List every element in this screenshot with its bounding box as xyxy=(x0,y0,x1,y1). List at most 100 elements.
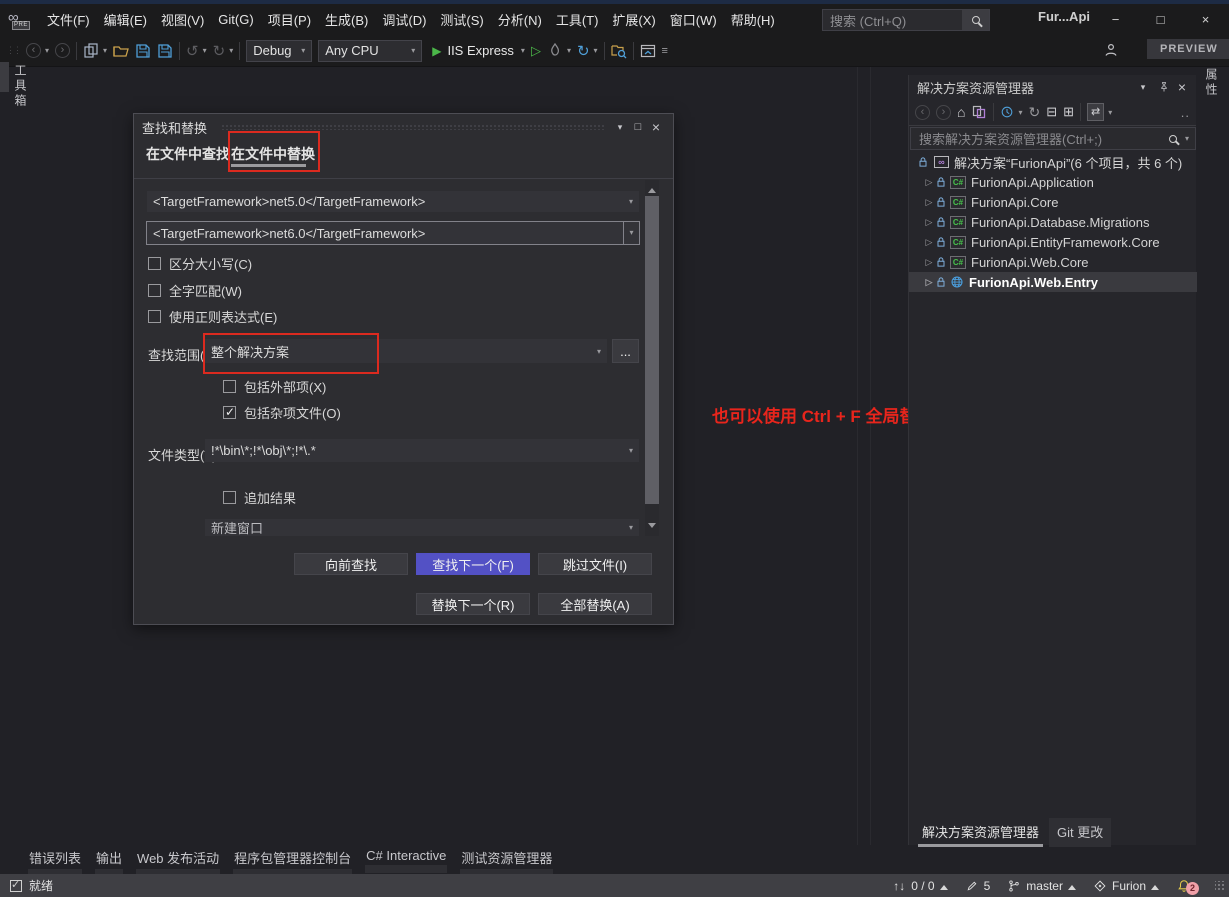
scroll-up-icon[interactable] xyxy=(648,184,656,193)
pin-icon[interactable] xyxy=(1158,81,1170,93)
run-target-dropdown-icon[interactable]: ▾ xyxy=(521,46,525,55)
filter-dropdown-icon[interactable]: ▾ xyxy=(1018,108,1022,117)
dialog-scrollbar[interactable] xyxy=(645,180,659,536)
undo-dropdown-icon[interactable]: ▾ xyxy=(203,46,207,55)
find-what-combobox[interactable]: <TargetFramework>net5.0</TargetFramework… xyxy=(147,191,639,212)
open-file-icon[interactable] xyxy=(113,43,129,59)
notifications-button[interactable]: 2 xyxy=(1177,877,1199,895)
git-repo-status[interactable]: Furion xyxy=(1094,879,1159,893)
navigate-forward-icon[interactable]: › xyxy=(55,43,70,58)
append-results-checkbox[interactable] xyxy=(223,491,236,504)
refresh-icon[interactable]: ↻ xyxy=(577,42,590,60)
find-previous-button[interactable]: 向前查找 xyxy=(294,553,408,575)
expand-chevron-icon[interactable]: ▷ xyxy=(923,217,935,228)
sync-commits-status[interactable]: ↑↓ 0 / 0 xyxy=(893,879,947,893)
scrollbar-thumb[interactable] xyxy=(645,196,659,504)
new-project-icon[interactable] xyxy=(83,43,99,59)
search-icon[interactable] xyxy=(962,10,989,30)
web-browser-icon[interactable] xyxy=(640,43,656,59)
toolbox-vertical-tab[interactable]: 工具箱 xyxy=(12,64,29,109)
whole-word-checkbox[interactable] xyxy=(148,284,161,297)
menu-project[interactable]: 项目(P) xyxy=(261,4,318,35)
maximize-button[interactable]: □ xyxy=(1138,4,1183,34)
use-regex-option[interactable]: 使用正则表达式(E) xyxy=(148,307,277,326)
se-toolbar-overflow[interactable]: .. xyxy=(1181,105,1190,120)
tree-row-project[interactable]: ▷ C# FurionApi.Database.Migrations xyxy=(909,212,1197,232)
results-window-dropdown[interactable]: 新建窗口 ▾ xyxy=(205,519,639,536)
menu-test[interactable]: 测试(S) xyxy=(433,4,490,35)
hot-reload-icon[interactable] xyxy=(547,43,563,59)
se-back-icon[interactable]: ‹ xyxy=(915,105,930,120)
tree-row-project[interactable]: ▷ C# FurionApi.Core xyxy=(909,192,1197,212)
tree-row-project[interactable]: ▷ C# FurionApi.Application xyxy=(909,172,1197,192)
panel-position-dropdown-icon[interactable]: ▾ xyxy=(1134,82,1152,93)
whole-word-option[interactable]: 全字匹配(W) xyxy=(148,281,242,300)
toolbar-overflow-icon[interactable]: ≡ xyxy=(662,45,668,57)
back-dropdown-icon[interactable]: ▾ xyxy=(45,46,49,55)
menu-extensions[interactable]: 扩展(X) xyxy=(605,4,662,35)
tab-csharp-interactive[interactable]: C# Interactive xyxy=(365,845,447,873)
look-in-dropdown-icon[interactable]: ▾ xyxy=(591,347,607,356)
solution-search-icon[interactable] xyxy=(1169,135,1177,143)
menu-analyze[interactable]: 分析(N) xyxy=(491,4,549,35)
dialog-maximize-icon[interactable]: □ xyxy=(629,121,647,133)
tab-test-explorer[interactable]: 测试资源管理器 xyxy=(460,845,553,877)
show-all-files-icon[interactable]: ⊞ xyxy=(1063,104,1074,120)
expand-chevron-icon[interactable]: ▷ xyxy=(923,177,935,188)
tab-find-in-files[interactable]: 在文件中查找 xyxy=(146,144,230,168)
toolbar-drag-handle[interactable]: ⋮⋮ xyxy=(6,45,20,56)
preview-button[interactable]: PREVIEW xyxy=(1147,39,1229,59)
save-icon[interactable] xyxy=(135,43,151,59)
expand-chevron-icon[interactable]: ▷ xyxy=(923,257,935,268)
tab-output[interactable]: 输出 xyxy=(95,845,123,877)
se-home-icon[interactable]: ⌂ xyxy=(957,104,965,120)
expand-chevron-icon[interactable]: ▷ xyxy=(923,277,935,288)
send-feedback-icon[interactable] xyxy=(1103,42,1119,58)
menu-build[interactable]: 生成(B) xyxy=(318,4,375,35)
solution-platform-dropdown[interactable]: Any CPU▾ xyxy=(318,40,422,62)
menu-git[interactable]: Git(G) xyxy=(211,4,260,35)
menu-help[interactable]: 帮助(H) xyxy=(724,4,782,35)
pending-edits-status[interactable]: 5 xyxy=(966,879,991,893)
tab-git-changes[interactable]: Git 更改 xyxy=(1049,818,1111,847)
collapse-all-icon[interactable]: ⊟ xyxy=(1046,104,1057,120)
editor-scrollbar-strip[interactable] xyxy=(857,67,871,845)
solution-search-box[interactable]: 搜索解决方案资源管理器(Ctrl+;) ▾ xyxy=(910,127,1196,150)
tab-package-manager-console[interactable]: 程序包管理器控制台 xyxy=(233,845,352,877)
scroll-down-icon[interactable] xyxy=(648,523,656,532)
redo-icon[interactable]: ↻ xyxy=(213,42,226,60)
start-without-debug-icon[interactable]: ▷ xyxy=(531,43,541,59)
quick-search-box[interactable]: 搜索 (Ctrl+Q) xyxy=(822,9,990,31)
results-window-dropdown-icon[interactable]: ▾ xyxy=(623,523,639,532)
se-forward-icon[interactable]: › xyxy=(936,105,951,120)
solution-explorer-title-bar[interactable]: 解决方案资源管理器 ▾ × xyxy=(909,75,1196,99)
menu-file[interactable]: 文件(F) xyxy=(40,4,97,35)
include-misc-option[interactable]: 包括杂项文件(O) xyxy=(223,403,341,422)
use-regex-checkbox[interactable] xyxy=(148,310,161,323)
se-refresh-icon[interactable]: ↻ xyxy=(1028,104,1040,121)
dialog-title-bar[interactable]: 查找和替换 ▾ □ × xyxy=(134,114,673,140)
minimize-button[interactable]: − xyxy=(1093,4,1138,34)
replace-next-button[interactable]: 替换下一个(R) xyxy=(416,593,530,615)
dialog-close-icon[interactable]: × xyxy=(647,119,665,135)
properties-vertical-tab[interactable]: 属性 xyxy=(1203,68,1220,98)
redo-dropdown-icon[interactable]: ▾ xyxy=(229,46,233,55)
solution-search-dropdown-icon[interactable]: ▾ xyxy=(1185,134,1189,143)
new-project-dropdown-icon[interactable]: ▾ xyxy=(103,46,107,55)
run-target-label[interactable]: IIS Express xyxy=(447,43,513,58)
find-dropdown-icon[interactable]: ▾ xyxy=(623,197,639,206)
file-types-dropdown-icon[interactable]: ▾ xyxy=(623,446,639,455)
match-case-checkbox[interactable] xyxy=(148,257,161,270)
resize-grip[interactable] xyxy=(1215,881,1225,891)
close-button[interactable]: × xyxy=(1183,4,1228,34)
find-in-files-icon[interactable] xyxy=(611,43,627,59)
skip-file-button[interactable]: 跳过文件(I) xyxy=(538,553,652,575)
sync-with-active-document-icon[interactable]: ⇄ xyxy=(1087,103,1104,121)
git-branch-status[interactable]: master xyxy=(1008,879,1076,893)
find-next-button[interactable]: 查找下一个(F) xyxy=(416,553,530,575)
background-tasks-status[interactable]: 就绪 xyxy=(10,877,53,894)
start-debug-icon[interactable]: ▶ xyxy=(432,44,441,58)
menu-window[interactable]: 窗口(W) xyxy=(663,4,724,35)
include-external-checkbox[interactable] xyxy=(223,380,236,393)
menu-tools[interactable]: 工具(T) xyxy=(549,4,606,35)
